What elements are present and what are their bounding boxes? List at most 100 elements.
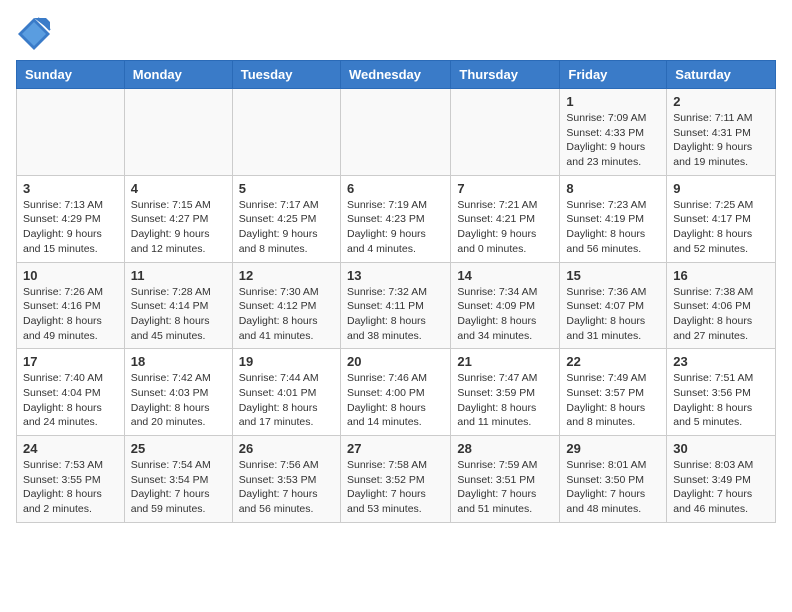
day-cell: 28 Sunrise: 7:59 AM Sunset: 3:51 PM Dayli… [451, 436, 560, 523]
day-number: 13 [347, 268, 444, 283]
day-number: 9 [673, 181, 769, 196]
day-cell: 11 Sunrise: 7:28 AM Sunset: 4:14 PM Dayli… [124, 262, 232, 349]
week-row-2: 3 Sunrise: 7:13 AM Sunset: 4:29 PM Daylig… [17, 175, 776, 262]
day-cell [17, 89, 125, 176]
day-cell: 24Sunrise: 7:53 AM Sunset: 3:55 PM Dayli… [17, 436, 125, 523]
day-number: 25 [131, 441, 226, 456]
day-info: Sunrise: 7:25 AM Sunset: 4:17 PM Dayligh… [673, 198, 769, 257]
day-cell [232, 89, 340, 176]
day-number: 7 [457, 181, 553, 196]
header-friday: Friday [560, 61, 667, 89]
day-cell: 18 Sunrise: 7:42 AM Sunset: 4:03 PM Dayli… [124, 349, 232, 436]
day-number: 28 [457, 441, 553, 456]
day-info: Sunrise: 8:01 AM Sunset: 3:50 PM Dayligh… [566, 458, 660, 517]
day-cell: 27Sunrise: 7:58 AM Sunset: 3:52 PM Dayli… [340, 436, 450, 523]
day-info: Sunrise: 7:13 AM Sunset: 4:29 PM Dayligh… [23, 198, 118, 257]
day-cell: 19Sunrise: 7:44 AM Sunset: 4:01 PM Dayli… [232, 349, 340, 436]
day-info: Sunrise: 7:09 AM Sunset: 4:33 PM Dayligh… [566, 111, 660, 170]
day-info: Sunrise: 7:40 AM Sunset: 4:04 PM Dayligh… [23, 371, 118, 430]
header-sunday: Sunday [17, 61, 125, 89]
day-info: Sunrise: 7:59 AM Sunset: 3:51 PM Dayligh… [457, 458, 553, 517]
week-row-3: 10 Sunrise: 7:26 AM Sunset: 4:16 PM Dayli… [17, 262, 776, 349]
day-cell: 8Sunrise: 7:23 AM Sunset: 4:19 PM Daylig… [560, 175, 667, 262]
day-cell: 13 Sunrise: 7:32 AM Sunset: 4:11 PM Dayli… [340, 262, 450, 349]
header-saturday: Saturday [667, 61, 776, 89]
day-number: 12 [239, 268, 334, 283]
day-info: Sunrise: 7:30 AM Sunset: 4:12 PM Dayligh… [239, 285, 334, 344]
day-number: 2 [673, 94, 769, 109]
day-info: Sunrise: 7:21 AM Sunset: 4:21 PM Dayligh… [457, 198, 553, 257]
day-info: Sunrise: 7:26 AM Sunset: 4:16 PM Dayligh… [23, 285, 118, 344]
day-number: 26 [239, 441, 334, 456]
day-cell: 26 Sunrise: 7:56 AM Sunset: 3:53 PM Dayli… [232, 436, 340, 523]
day-number: 27 [347, 441, 444, 456]
day-number: 22 [566, 354, 660, 369]
day-cell: 17Sunrise: 7:40 AM Sunset: 4:04 PM Dayli… [17, 349, 125, 436]
day-cell: 20 Sunrise: 7:46 AM Sunset: 4:00 PM Dayli… [340, 349, 450, 436]
day-number: 24 [23, 441, 118, 456]
day-cell: 21 Sunrise: 7:47 AM Sunset: 3:59 PM Dayli… [451, 349, 560, 436]
day-number: 20 [347, 354, 444, 369]
day-number: 30 [673, 441, 769, 456]
day-info: Sunrise: 7:28 AM Sunset: 4:14 PM Dayligh… [131, 285, 226, 344]
day-info: Sunrise: 7:42 AM Sunset: 4:03 PM Dayligh… [131, 371, 226, 430]
calendar-table: SundayMondayTuesdayWednesdayThursdayFrid… [16, 60, 776, 523]
day-cell: 4 Sunrise: 7:15 AM Sunset: 4:27 PM Daylig… [124, 175, 232, 262]
day-info: Sunrise: 7:17 AM Sunset: 4:25 PM Dayligh… [239, 198, 334, 257]
day-number: 5 [239, 181, 334, 196]
day-info: Sunrise: 7:32 AM Sunset: 4:11 PM Dayligh… [347, 285, 444, 344]
day-number: 21 [457, 354, 553, 369]
header [16, 16, 776, 52]
day-cell: 5 Sunrise: 7:17 AM Sunset: 4:25 PM Daylig… [232, 175, 340, 262]
day-number: 4 [131, 181, 226, 196]
day-cell: 16Sunrise: 7:38 AM Sunset: 4:06 PM Dayli… [667, 262, 776, 349]
day-info: Sunrise: 7:49 AM Sunset: 3:57 PM Dayligh… [566, 371, 660, 430]
day-cell [451, 89, 560, 176]
day-number: 15 [566, 268, 660, 283]
day-cell: 29 Sunrise: 8:01 AM Sunset: 3:50 PM Dayli… [560, 436, 667, 523]
header-row: SundayMondayTuesdayWednesdayThursdayFrid… [17, 61, 776, 89]
day-cell: 23Sunrise: 7:51 AM Sunset: 3:56 PM Dayli… [667, 349, 776, 436]
day-cell [124, 89, 232, 176]
day-cell: 15 Sunrise: 7:36 AM Sunset: 4:07 PM Dayli… [560, 262, 667, 349]
day-info: Sunrise: 8:03 AM Sunset: 3:49 PM Dayligh… [673, 458, 769, 517]
day-info: Sunrise: 7:46 AM Sunset: 4:00 PM Dayligh… [347, 371, 444, 430]
day-number: 29 [566, 441, 660, 456]
day-info: Sunrise: 7:19 AM Sunset: 4:23 PM Dayligh… [347, 198, 444, 257]
day-cell: 12 Sunrise: 7:30 AM Sunset: 4:12 PM Dayli… [232, 262, 340, 349]
day-number: 1 [566, 94, 660, 109]
day-info: Sunrise: 7:15 AM Sunset: 4:27 PM Dayligh… [131, 198, 226, 257]
day-cell: 25Sunrise: 7:54 AM Sunset: 3:54 PM Dayli… [124, 436, 232, 523]
day-number: 3 [23, 181, 118, 196]
week-row-1: 1 Sunrise: 7:09 AM Sunset: 4:33 PM Daylig… [17, 89, 776, 176]
week-row-5: 24Sunrise: 7:53 AM Sunset: 3:55 PM Dayli… [17, 436, 776, 523]
day-info: Sunrise: 7:56 AM Sunset: 3:53 PM Dayligh… [239, 458, 334, 517]
day-number: 8 [566, 181, 660, 196]
day-info: Sunrise: 7:51 AM Sunset: 3:56 PM Dayligh… [673, 371, 769, 430]
day-cell: 10 Sunrise: 7:26 AM Sunset: 4:16 PM Dayli… [17, 262, 125, 349]
day-info: Sunrise: 7:38 AM Sunset: 4:06 PM Dayligh… [673, 285, 769, 344]
day-cell: 2 Sunrise: 7:11 AM Sunset: 4:31 PM Daylig… [667, 89, 776, 176]
day-number: 6 [347, 181, 444, 196]
day-info: Sunrise: 7:34 AM Sunset: 4:09 PM Dayligh… [457, 285, 553, 344]
day-cell: 9 Sunrise: 7:25 AM Sunset: 4:17 PM Daylig… [667, 175, 776, 262]
day-number: 10 [23, 268, 118, 283]
logo [16, 16, 56, 52]
header-tuesday: Tuesday [232, 61, 340, 89]
day-number: 14 [457, 268, 553, 283]
day-cell: 14 Sunrise: 7:34 AM Sunset: 4:09 PM Dayli… [451, 262, 560, 349]
day-info: Sunrise: 7:47 AM Sunset: 3:59 PM Dayligh… [457, 371, 553, 430]
day-cell [340, 89, 450, 176]
day-cell: 22 Sunrise: 7:49 AM Sunset: 3:57 PM Dayli… [560, 349, 667, 436]
day-info: Sunrise: 7:36 AM Sunset: 4:07 PM Dayligh… [566, 285, 660, 344]
day-info: Sunrise: 7:44 AM Sunset: 4:01 PM Dayligh… [239, 371, 334, 430]
header-thursday: Thursday [451, 61, 560, 89]
week-row-4: 17Sunrise: 7:40 AM Sunset: 4:04 PM Dayli… [17, 349, 776, 436]
day-cell: 30 Sunrise: 8:03 AM Sunset: 3:49 PM Dayli… [667, 436, 776, 523]
day-number: 18 [131, 354, 226, 369]
day-cell: 3 Sunrise: 7:13 AM Sunset: 4:29 PM Daylig… [17, 175, 125, 262]
header-monday: Monday [124, 61, 232, 89]
logo-icon [16, 16, 52, 52]
day-number: 11 [131, 268, 226, 283]
day-info: Sunrise: 7:11 AM Sunset: 4:31 PM Dayligh… [673, 111, 769, 170]
